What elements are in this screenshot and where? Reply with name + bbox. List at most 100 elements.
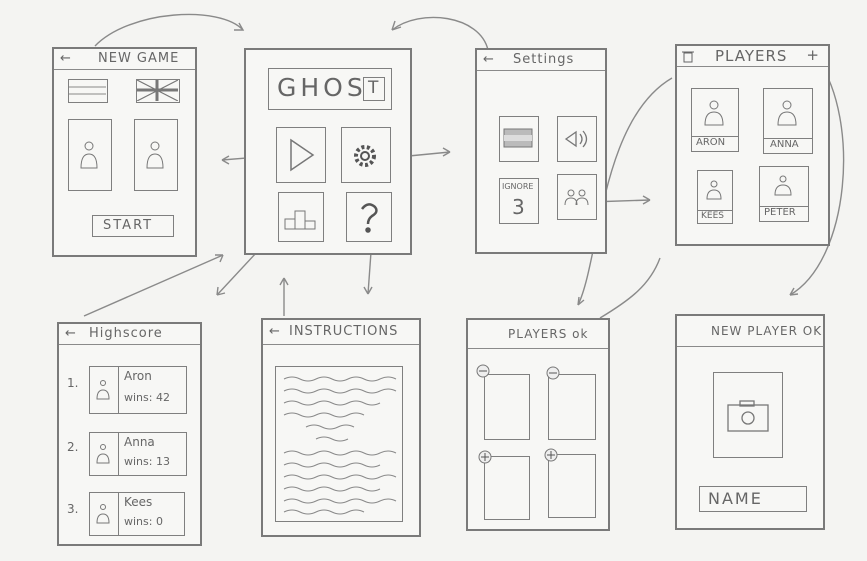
name-field-label: NAME <box>708 489 763 508</box>
highscore-button[interactable] <box>278 192 324 242</box>
players-ok-header: PLAYERS ok <box>468 320 608 349</box>
trophy-podium-icon <box>284 210 316 230</box>
new-player-title: NEW PLAYER OK <box>711 324 823 338</box>
settings-screen: ← Settings IGNORE 3 <box>475 48 607 254</box>
logo-text: GHOS <box>277 73 367 102</box>
arrow-playersok-back <box>599 257 661 319</box>
back-icon[interactable]: ← <box>65 324 77 344</box>
ignore-value: 3 <box>512 195 525 219</box>
avatar-icon <box>704 100 724 126</box>
player-name: KEES <box>701 211 724 221</box>
instructions-text-scribble <box>283 376 397 515</box>
new-game-title: NEW GAME <box>98 51 180 66</box>
players-title: PLAYERS <box>715 47 788 65</box>
avatar-icon <box>89 432 119 476</box>
player-name: ARON <box>696 137 726 148</box>
camera-icon <box>727 400 769 432</box>
ignore-setting[interactable]: IGNORE 3 <box>499 178 539 224</box>
new-player-screen: NEW PLAYER OK NAME <box>675 314 825 530</box>
players-ok-screen: PLAYERS ok <box>466 318 610 531</box>
instructions-text-area <box>275 366 403 522</box>
new-game-header: ← NEW GAME <box>54 49 195 70</box>
ignore-label: IGNORE <box>502 182 534 191</box>
dutch-flag-icon[interactable] <box>68 79 108 103</box>
logo-tile: T <box>363 77 385 101</box>
sound-setting[interactable] <box>557 116 597 162</box>
player-slot[interactable] <box>548 374 596 440</box>
score-entry: Aron wins: 42 <box>89 366 187 414</box>
start-button[interactable]: START <box>92 215 174 237</box>
players-screen: PLAYERS + ARON ANNA KEES PETER <box>675 44 830 246</box>
group-icon <box>564 189 589 206</box>
player-slot-1[interactable] <box>68 119 112 191</box>
photo-button[interactable] <box>713 372 783 458</box>
settings-title: Settings <box>513 52 575 67</box>
back-icon[interactable]: ← <box>60 49 72 69</box>
add-player-button[interactable]: + <box>806 45 820 65</box>
play-button[interactable] <box>276 127 326 183</box>
name-field[interactable]: NAME <box>699 486 807 512</box>
player-wins: wins: 0 <box>124 515 163 528</box>
player-name-box: PETER <box>759 206 809 222</box>
player-name: Kees <box>124 495 153 509</box>
player-name: Anna <box>124 435 155 449</box>
play-icon <box>290 138 315 172</box>
add-icon[interactable] <box>544 448 558 462</box>
back-icon[interactable]: ← <box>269 320 281 344</box>
score-entry: Kees wins: 0 <box>89 492 185 536</box>
avatar-icon <box>80 141 98 169</box>
arrow-highscore <box>83 254 224 317</box>
players-ok-title: PLAYERS ok <box>508 327 589 341</box>
player-card[interactable]: ARON <box>691 88 739 152</box>
remove-icon[interactable] <box>546 366 560 380</box>
avatar-icon <box>706 180 722 200</box>
remove-icon[interactable] <box>476 364 490 378</box>
flag-icon <box>503 128 533 148</box>
player-name: Aron <box>124 369 152 383</box>
logo-tile-letter: T <box>368 78 379 98</box>
player-name-box: ARON <box>691 136 739 152</box>
instructions-header: ← INSTRUCTIONS <box>263 320 419 345</box>
start-label: START <box>103 218 154 233</box>
player-name-box: KEES <box>697 210 733 224</box>
question-mark-icon <box>361 203 378 233</box>
player-card[interactable]: ANNA <box>763 88 813 154</box>
player-slot[interactable] <box>548 454 596 518</box>
player-card[interactable]: KEES <box>697 170 733 224</box>
avatar-icon <box>89 492 119 536</box>
instructions-title: INSTRUCTIONS <box>289 324 399 339</box>
ghost-logo: GHOS T <box>268 68 392 110</box>
player-slot[interactable] <box>484 456 530 520</box>
settings-header: ← Settings <box>477 50 605 71</box>
back-icon[interactable]: ← <box>483 50 495 70</box>
instructions-screen: ← INSTRUCTIONS <box>261 318 421 537</box>
help-button[interactable] <box>346 192 392 242</box>
player-slot-2[interactable] <box>134 119 178 191</box>
player-name-box: ANNA <box>763 138 813 154</box>
player-slot[interactable] <box>484 374 530 440</box>
highscore-header: ← Highscore <box>59 324 200 345</box>
player-wins: wins: 13 <box>124 455 170 468</box>
avatar-icon <box>777 100 797 126</box>
player-name: PETER <box>764 207 796 218</box>
rank-label: 3. <box>67 502 79 516</box>
gear-icon <box>354 145 376 167</box>
language-setting[interactable] <box>499 116 539 162</box>
trash-icon[interactable] <box>682 49 694 63</box>
settings-button[interactable] <box>341 127 391 183</box>
players-setting[interactable] <box>557 174 597 220</box>
uk-flag-icon[interactable] <box>136 79 180 103</box>
player-name: ANNA <box>770 139 799 150</box>
score-entry: Anna wins: 13 <box>89 432 187 476</box>
speaker-icon <box>564 130 588 148</box>
player-wins: wins: 42 <box>124 391 170 404</box>
players-header: PLAYERS + <box>677 46 828 67</box>
new-player-header: NEW PLAYER OK <box>677 316 823 347</box>
add-icon[interactable] <box>478 450 492 464</box>
player-card[interactable]: PETER <box>759 166 809 222</box>
arrow-settings-to-home <box>391 16 489 51</box>
highscore-title: Highscore <box>89 326 163 341</box>
avatar-icon <box>774 175 792 196</box>
avatar-icon <box>89 366 119 414</box>
rank-label: 2. <box>67 440 79 454</box>
